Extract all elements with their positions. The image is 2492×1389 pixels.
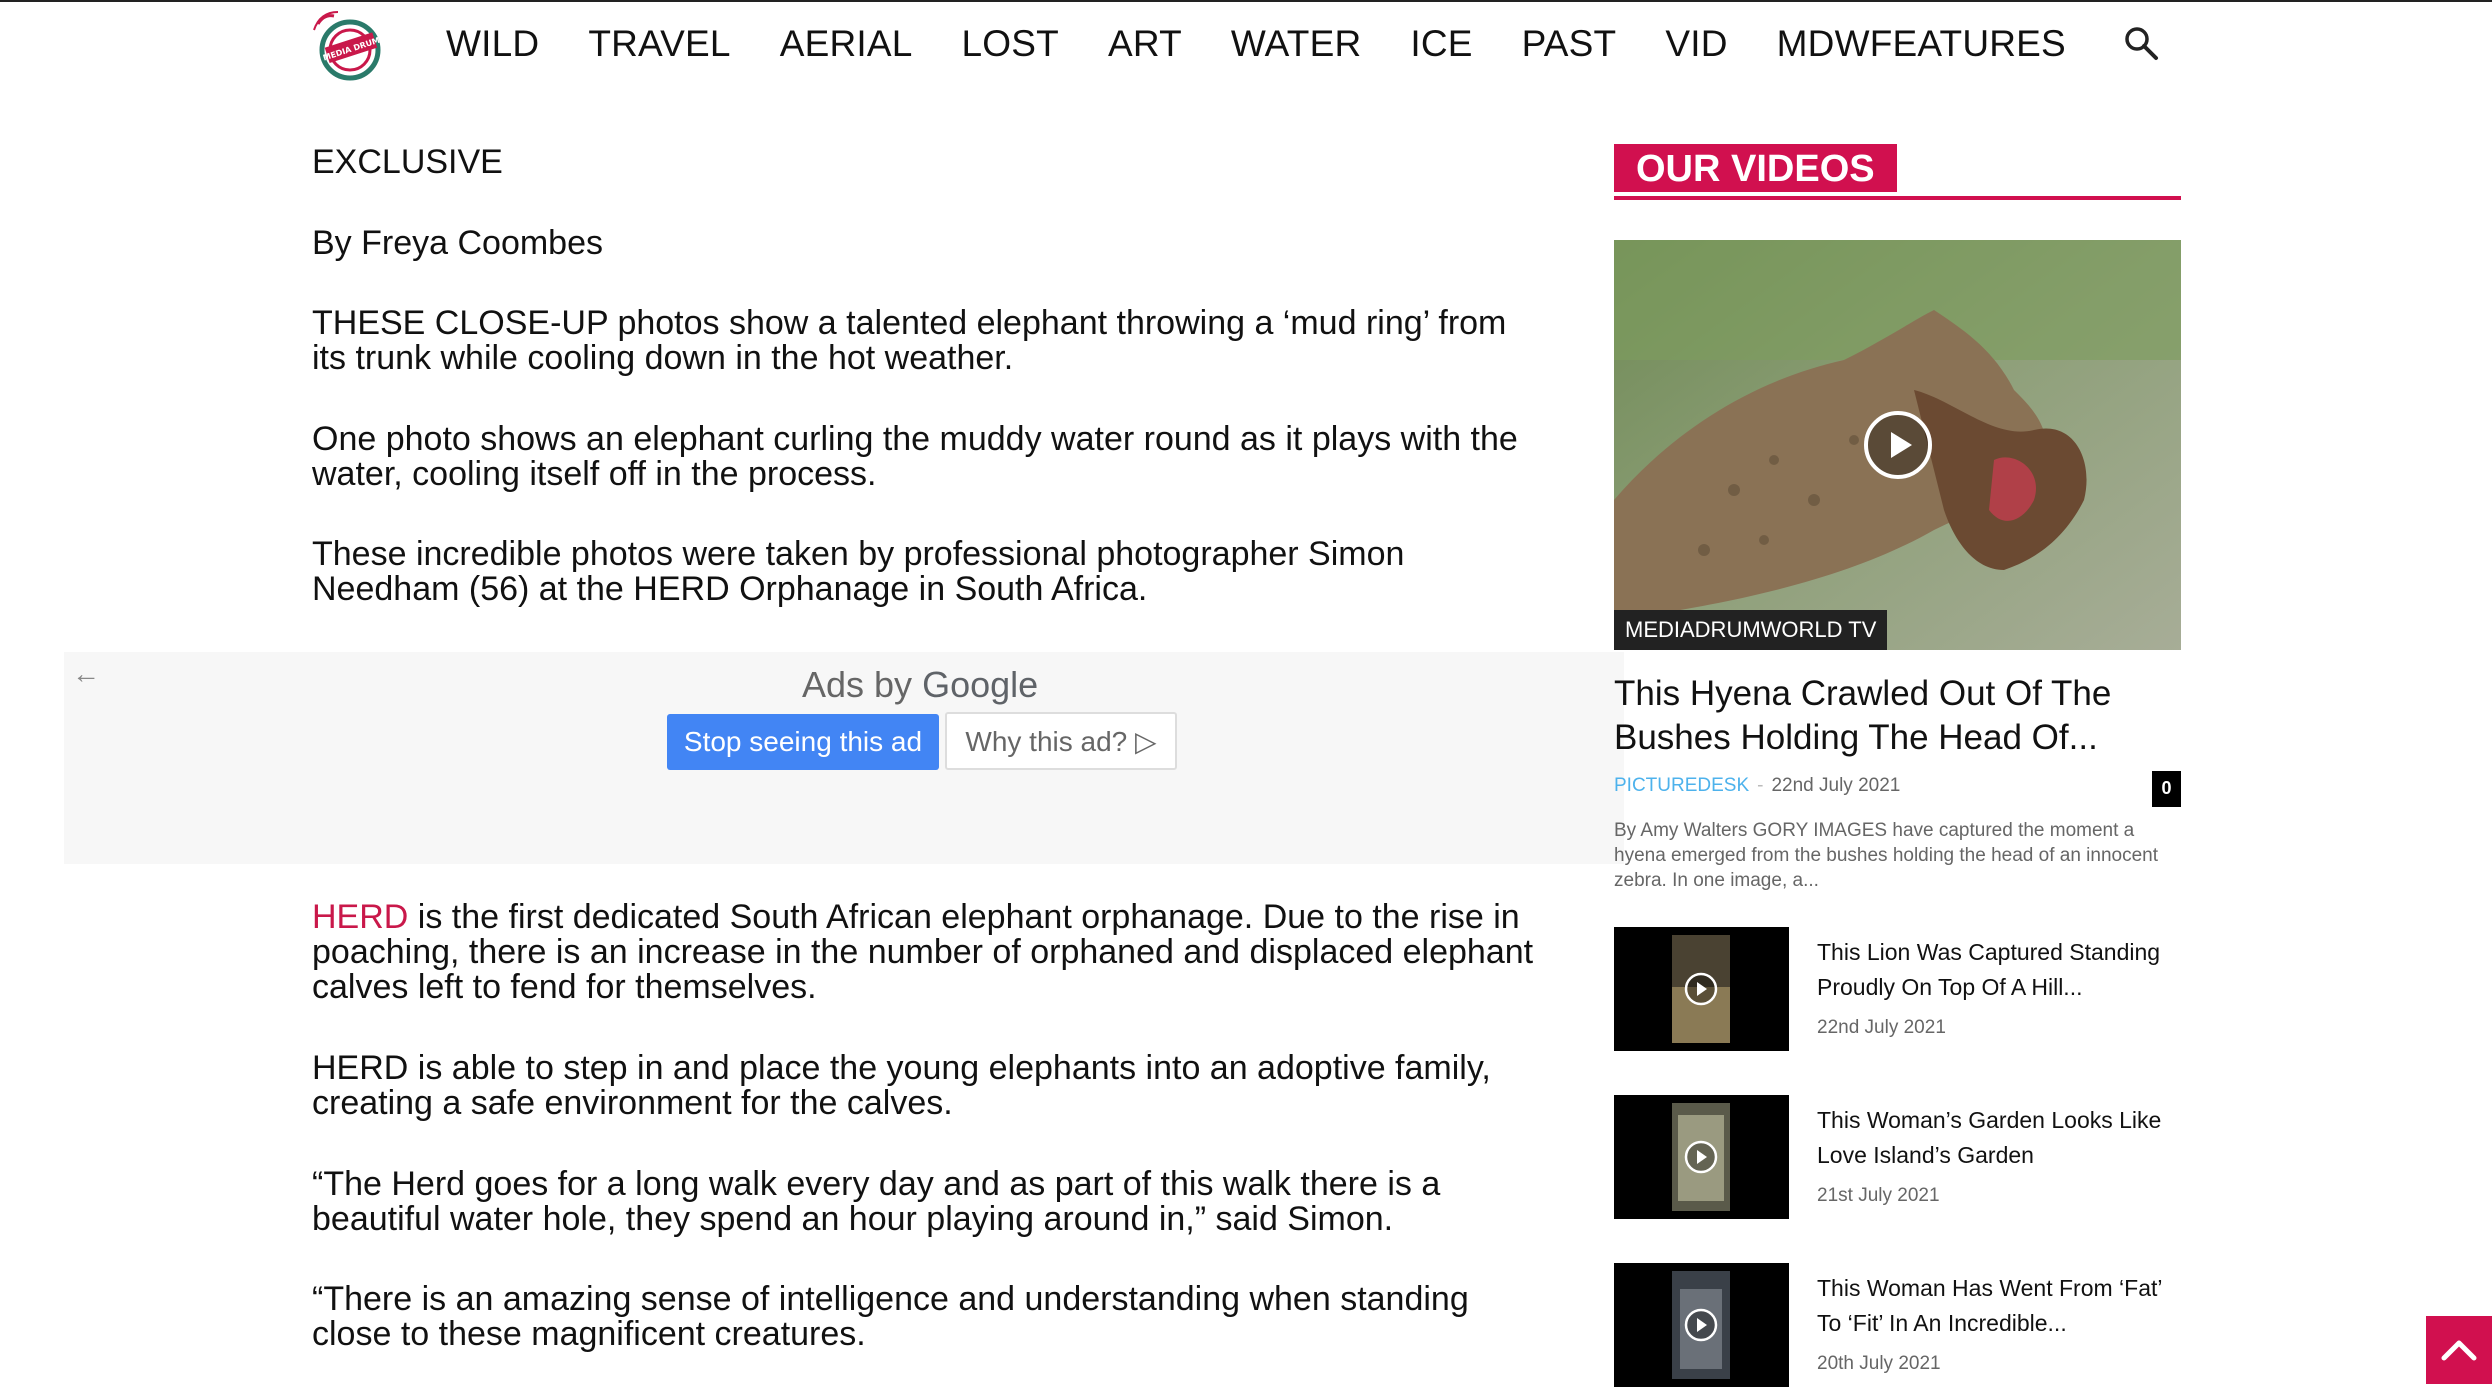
post-date: 22nd July 2021 — [1771, 775, 1901, 796]
nav-item-art[interactable]: ART — [1108, 18, 1182, 70]
back-arrow-icon[interactable]: ← — [72, 658, 100, 690]
author-link[interactable]: PICTUREDESK — [1614, 775, 1749, 796]
stop-seeing-ad-button[interactable]: Stop seeing this ad — [667, 714, 939, 770]
why-this-ad-button[interactable]: Why this ad? ▷ — [945, 712, 1177, 770]
ads-by-text: Ads by — [802, 664, 913, 705]
nav-item-ice[interactable]: ICE — [1410, 18, 1472, 70]
nav-item-vid[interactable]: VID — [1665, 18, 1727, 70]
nav-item-water[interactable]: WATER — [1231, 18, 1361, 70]
why-this-ad-label: Why this ad? — [965, 725, 1128, 757]
featured-video-meta: PICTUREDESK -22nd July 2021 — [1614, 775, 1900, 797]
nav-menu: WILD TRAVEL AERIAL LOST ART WATER ICE PA… — [446, 18, 2115, 70]
video-list-item: This Woman’s Garden Looks Like Love Isla… — [1614, 1095, 2181, 1219]
article-paragraph: “The Herd goes for a long walk every day… — [312, 1165, 1441, 1238]
main-navigation: MEDIA DRUM WILD TRAVEL AERIAL LOST ART W… — [0, 0, 2492, 90]
nav-item-travel[interactable]: TRAVEL — [588, 18, 730, 70]
adchoices-icon: ▷ — [1135, 725, 1157, 757]
chevron-up-icon — [2441, 1340, 2477, 1361]
video-thumbnail[interactable] — [1614, 1095, 1789, 1219]
featured-video-title[interactable]: This Hyena Crawled Out Of The Bushes Hol… — [1614, 672, 2181, 760]
nav-item-mdwfeatures[interactable]: MDWFEATURES — [1777, 18, 2066, 70]
article-paragraph: HERD is able to step in and place the yo… — [312, 1049, 1491, 1122]
comment-count-badge[interactable]: 0 — [2152, 771, 2181, 807]
featured-video-thumbnail[interactable]: MEDIADRUMWORLD TV — [1614, 240, 2181, 650]
video-title[interactable]: This Woman Has Went From ‘Fat’ To ‘Fit’ … — [1817, 1271, 2181, 1341]
video-title[interactable]: This Woman’s Garden Looks Like Love Isla… — [1817, 1103, 2181, 1173]
video-date: 20th July 2021 — [1817, 1353, 1941, 1374]
video-title[interactable]: This Lion Was Captured Standing Proudly … — [1817, 935, 2181, 1005]
google-ad-feedback: ← Ads by Google Stop seeing this ad Why … — [64, 652, 1624, 864]
sidebar-title: OUR VIDEOS — [1614, 144, 1897, 192]
google-wordmark: Google — [922, 664, 1039, 705]
video-thumbnail[interactable] — [1614, 1263, 1789, 1387]
article-paragraph: “There is an amazing sense of intelligen… — [312, 1280, 1469, 1353]
site-logo[interactable]: MEDIA DRUM — [310, 10, 388, 82]
nav-item-past[interactable]: PAST — [1522, 18, 1617, 70]
article-paragraph: THESE CLOSE-UP photos show a talented el… — [312, 304, 1507, 377]
paragraph-text: is the first dedicated South African ele… — [312, 898, 1534, 1006]
nav-item-wild[interactable]: WILD — [446, 18, 539, 70]
video-thumbnail[interactable] — [1614, 927, 1789, 1051]
ads-by-google-label: Ads by Google — [802, 664, 1038, 706]
article-paragraph: These incredible photos were taken by pr… — [312, 535, 1405, 608]
featured-video-excerpt: By Amy Walters GORY IMAGES have captured… — [1614, 820, 2158, 891]
video-date: 22nd July 2021 — [1817, 1017, 1946, 1038]
meta-separator: - — [1757, 775, 1764, 796]
video-date: 21st July 2021 — [1817, 1185, 1940, 1206]
nav-item-aerial[interactable]: AERIAL — [780, 18, 913, 70]
back-to-top-button[interactable] — [2426, 1316, 2492, 1384]
article-paragraph: HERD is the first dedicated South Africa… — [312, 900, 1542, 1005]
play-icon[interactable] — [1863, 410, 1933, 480]
video-list-item: This Woman Has Went From ‘Fat’ To ‘Fit’ … — [1614, 1263, 2181, 1387]
nav-item-lost[interactable]: LOST — [962, 18, 1059, 70]
article-byline: By Freya Coombes — [312, 224, 603, 262]
herd-link[interactable]: HERD — [312, 898, 408, 936]
category-tag[interactable]: MEDIADRUMWORLD TV — [1614, 610, 1888, 650]
video-list-item: This Lion Was Captured Standing Proudly … — [1614, 927, 2181, 1051]
article-kicker: EXCLUSIVE — [312, 143, 503, 181]
sidebar-section-header: OUR VIDEOS — [1614, 144, 2181, 200]
search-icon[interactable] — [2122, 24, 2162, 64]
article-paragraph: One photo shows an elephant curling the … — [312, 420, 1518, 493]
